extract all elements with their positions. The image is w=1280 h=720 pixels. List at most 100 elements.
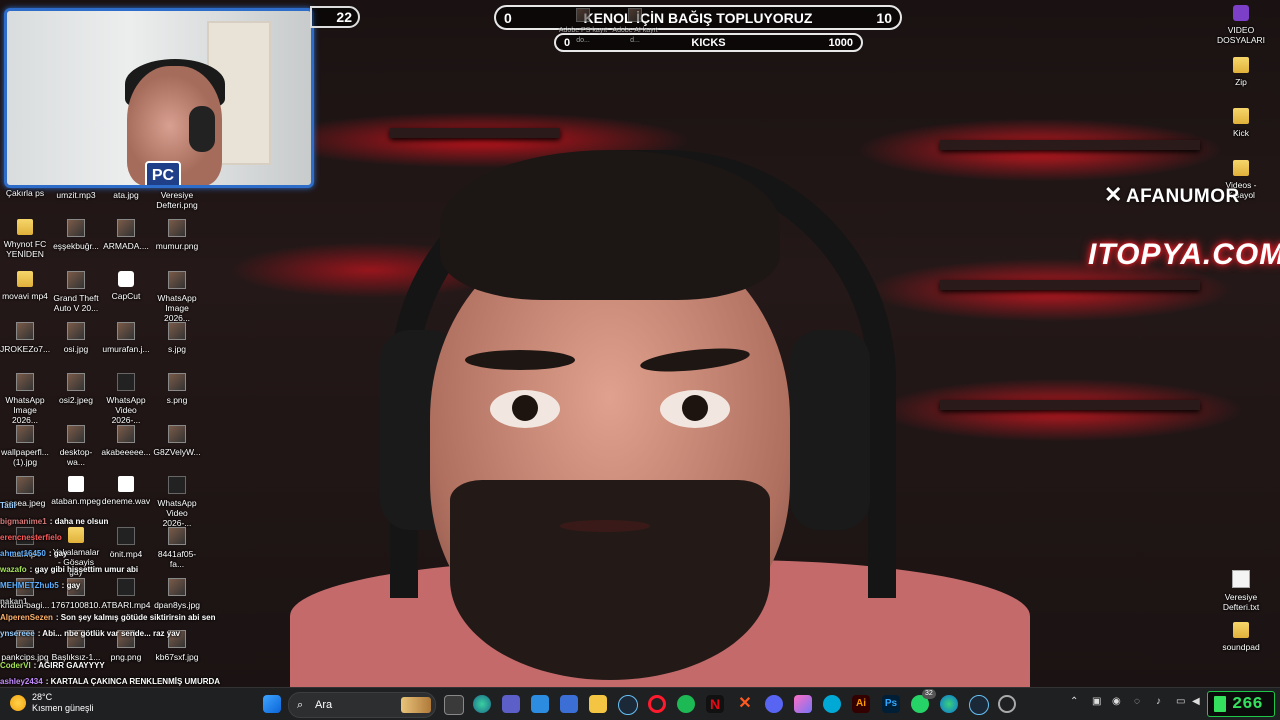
folder-icon xyxy=(17,219,33,236)
task-view-icon[interactable] xyxy=(444,695,464,715)
afanumor-text: AFANUMOR xyxy=(1125,186,1240,207)
file-icon xyxy=(117,373,135,392)
discord-icon[interactable] xyxy=(765,695,783,713)
desktop-icon[interactable]: umzit.mp3 xyxy=(51,168,101,200)
desktop-icon[interactable]: desktop-wa... xyxy=(51,424,101,467)
volume-icon[interactable]: ◀ xyxy=(1192,696,1200,707)
desktop-icon-label: mumur.png xyxy=(155,241,199,252)
steam-icon[interactable] xyxy=(618,695,638,715)
kick-count: 266 xyxy=(1232,694,1263,714)
desktop-icon[interactable]: Zip xyxy=(1216,57,1266,87)
desktop-icon[interactable]: wallpaperfl... (1).jpg xyxy=(0,424,50,467)
desktop-icon[interactable]: Çakırla ps xyxy=(0,168,50,198)
desktop-icon[interactable]: Adobe AI kayıt d... xyxy=(610,8,660,46)
netflix-icon[interactable]: N xyxy=(706,695,724,713)
sun-icon xyxy=(10,695,26,711)
desktop-icon[interactable]: mumur.png xyxy=(152,219,202,251)
weather-temp: 28°C xyxy=(32,692,53,702)
desktop-icon[interactable]: umurafan.j... xyxy=(101,321,151,354)
file-icon xyxy=(168,321,186,340)
spotify-icon[interactable] xyxy=(677,695,695,713)
folder-icon xyxy=(1233,622,1249,638)
desktop-icon[interactable]: WhatsApp Image 2026... xyxy=(0,373,50,425)
shelf-light xyxy=(940,400,1200,410)
file-explorer-icon[interactable] xyxy=(589,695,607,713)
teams-icon[interactable] xyxy=(502,695,520,713)
microphone-icon[interactable]: ♪ xyxy=(1156,696,1161,707)
eyebrow-left xyxy=(465,350,575,370)
desktop-icon-label: osi.jpg xyxy=(63,343,89,354)
desktop-icon[interactable]: soundpad xyxy=(1216,622,1266,652)
tray-app-icon[interactable]: ◌ xyxy=(1134,696,1140,707)
steam-tray-icon[interactable]: ◉ xyxy=(1112,696,1121,707)
edge-icon[interactable] xyxy=(940,695,958,713)
desktop-icon[interactable]: WhatsApp Image 2026... xyxy=(152,270,202,323)
photoshop-icon[interactable]: Ps xyxy=(882,695,900,713)
steam-running-icon[interactable] xyxy=(969,695,989,715)
app-icon[interactable] xyxy=(560,695,578,713)
weather-widget[interactable]: 28°C Kısmen güneşli xyxy=(10,692,94,714)
file-icon xyxy=(16,321,34,340)
desktop-icon[interactable]: CapCut xyxy=(101,270,151,301)
search-highlight-icon xyxy=(401,697,431,713)
obs-icon[interactable] xyxy=(998,695,1016,713)
chat-message: erencnesterfielo xyxy=(0,530,245,546)
desktop-icon[interactable]: Whynot FC YENİDEN xyxy=(0,219,50,259)
chat-message: wazafo: gay gibi hissettim umur abi xyxy=(0,562,245,578)
desktop-icon[interactable]: Grand Theft Auto V 20... xyxy=(51,270,101,313)
desktop-icon[interactable]: Adobe PS kayıt do... xyxy=(558,8,608,46)
close-x-app-icon[interactable]: ✕ xyxy=(736,695,754,713)
desktop-icon[interactable]: ARMADA.... xyxy=(101,219,151,251)
search-placeholder: Ara xyxy=(315,699,333,711)
headphone-cup-right xyxy=(790,330,870,530)
chevron-up-icon[interactable]: ⌃ xyxy=(1070,696,1078,707)
desktop-icon[interactable]: eşşekbuğr... xyxy=(51,219,101,251)
chat-text: Abi... nbe götlük var sende... raz yav xyxy=(42,629,181,638)
desktop-icon-label: CapCut xyxy=(111,290,141,301)
desktop-icon-label: s.jpg xyxy=(168,343,186,354)
kick-viewer-counter: 266 xyxy=(1207,691,1275,717)
illustrator-icon[interactable]: Ai xyxy=(852,695,870,713)
desktop-icon[interactable]: s.png xyxy=(152,373,202,405)
file-icon xyxy=(67,373,85,392)
capcut-app-icon[interactable] xyxy=(823,695,841,713)
taskbar-search[interactable]: ⌕ Ara xyxy=(288,692,436,718)
donation-goal-bar: 0 KENOL İÇİN BAĞIŞ TOPLUYORUZ 10 xyxy=(494,5,902,30)
desktop-icon[interactable]: JROKEZo7... xyxy=(0,321,50,354)
goal-current: 0 xyxy=(504,9,512,26)
search-icon: ⌕ xyxy=(297,699,304,711)
tray-app-icon[interactable]: ▣ xyxy=(1092,696,1101,707)
eye-left xyxy=(490,390,560,428)
goal-target: 10 xyxy=(876,9,892,26)
webcam-headset-icon xyxy=(189,106,215,152)
chat-text: gay xyxy=(66,581,81,590)
itopya-logo: ITOPYA.COM xyxy=(1088,238,1280,271)
desktop-icon[interactable]: s.jpg xyxy=(152,321,202,354)
vscode-icon[interactable] xyxy=(531,695,549,713)
opera-icon[interactable] xyxy=(648,695,666,713)
desktop-icon-label: Kick xyxy=(1232,128,1250,138)
eye-right xyxy=(660,390,730,428)
desktop-icon[interactable]: movavi mp4 xyxy=(0,270,50,301)
windows-start-icon[interactable] xyxy=(263,695,281,713)
desktop-icon[interactable]: G8ZVelyW... xyxy=(152,424,202,457)
desktop-icon[interactable]: Veresiye Defteri.txt xyxy=(1216,570,1266,612)
counter-badge: 22 xyxy=(310,6,360,28)
photos-icon[interactable] xyxy=(794,695,812,713)
desktop-icon-label: movavi mp4 xyxy=(2,290,48,301)
chat-username: ahmet16450 xyxy=(0,549,46,558)
chat-username: Tatil xyxy=(0,501,16,510)
desktop-icon-label: G8ZVelyW... xyxy=(153,446,201,457)
desktop-icon[interactable]: WhatsApp Video 2026-... xyxy=(101,373,151,425)
copilot-icon[interactable] xyxy=(473,695,491,713)
network-icon[interactable]: ▭ xyxy=(1176,696,1185,707)
desktop-icon[interactable]: Kick xyxy=(1216,108,1266,138)
desktop-icon[interactable]: Veresiye Defteri.png xyxy=(152,168,202,210)
file-icon xyxy=(1233,5,1249,21)
desktop-icon[interactable]: akabeeeee... xyxy=(101,424,151,457)
desktop-icon[interactable]: ata.jpg xyxy=(101,168,151,200)
desktop-icon[interactable]: osi.jpg xyxy=(51,321,101,354)
desktop-icon[interactable]: osi2.jpeg xyxy=(51,373,101,405)
streamer-beard xyxy=(450,480,770,680)
desktop-icon[interactable]: VIDEO DOSYALARI xyxy=(1216,5,1266,45)
